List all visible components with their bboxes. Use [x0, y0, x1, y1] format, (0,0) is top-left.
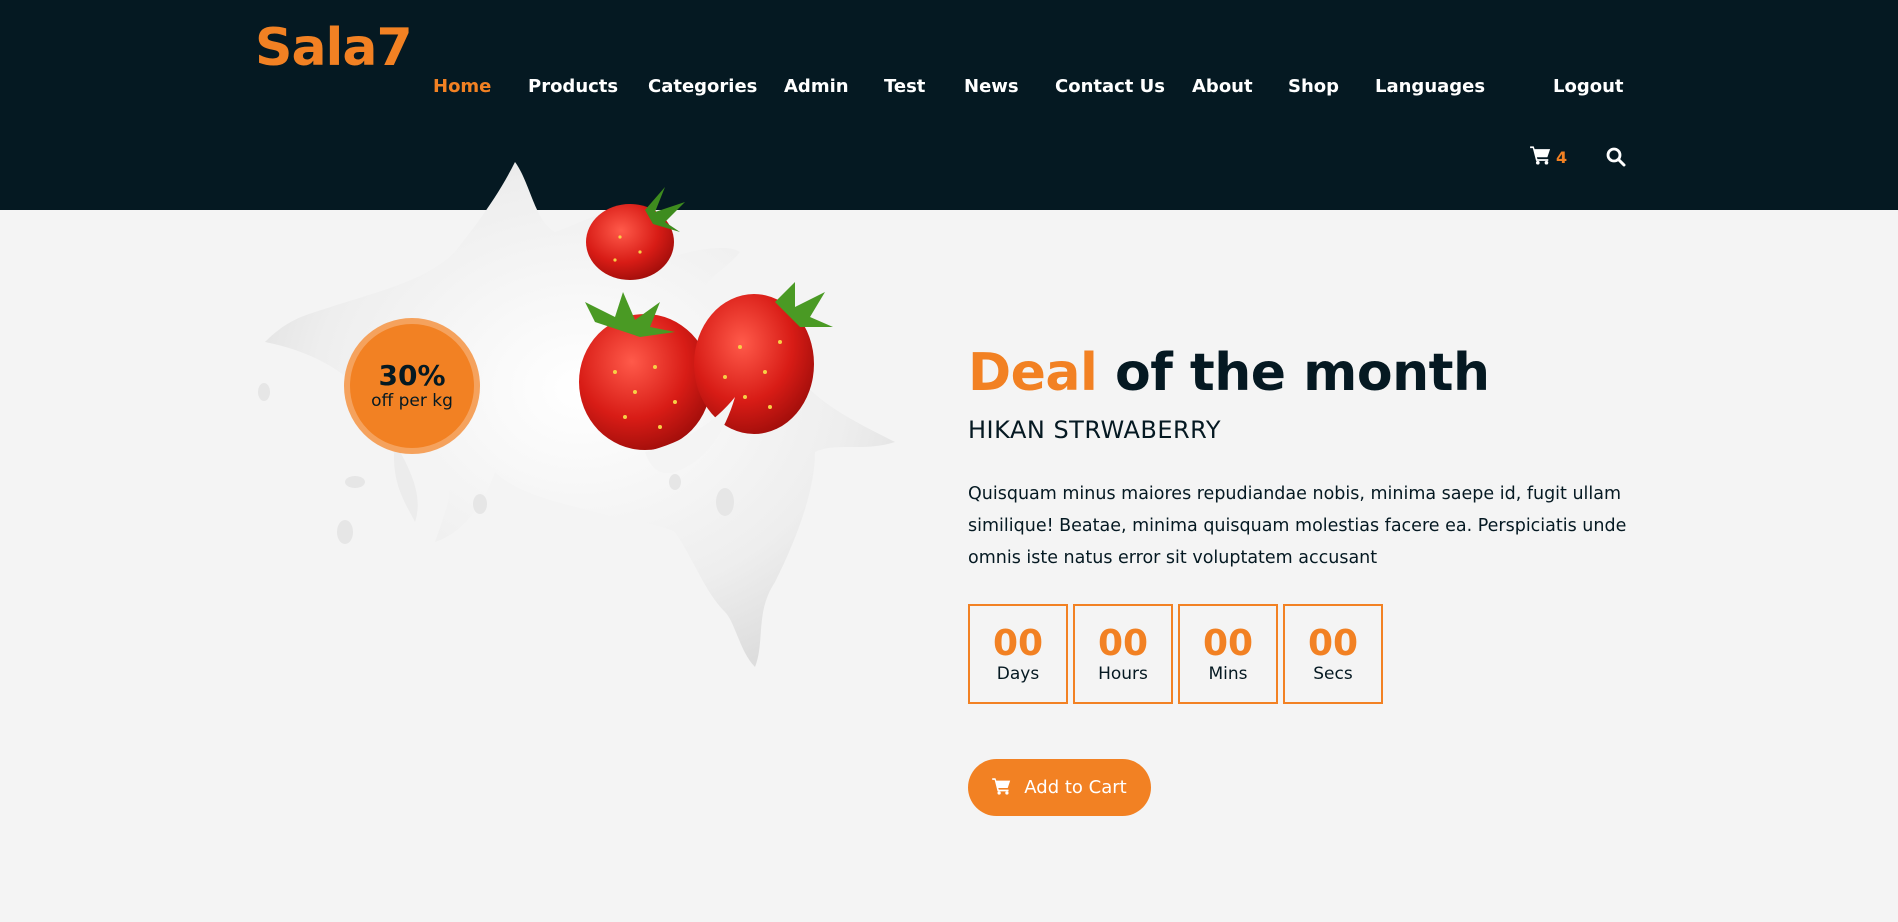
search-icon: [1606, 147, 1626, 171]
shopping-cart-icon: [992, 777, 1012, 798]
nav-news[interactable]: News: [964, 76, 1019, 97]
deal-title: Deal of the month: [968, 343, 1490, 403]
shopping-cart-icon: [1530, 145, 1552, 170]
countdown-value: 00: [1202, 623, 1254, 665]
countdown-mins: 00 Mins: [1178, 604, 1278, 704]
discount-badge: 30% off per kg: [344, 318, 480, 454]
nav-products[interactable]: Products: [528, 76, 618, 97]
countdown-hours: 00 Hours: [1073, 604, 1173, 704]
product-description: Quisquam minus maiores repudiandae nobis…: [968, 484, 1627, 568]
deal-title-rest: of the month: [1114, 343, 1490, 403]
nav-contact-us[interactable]: Contact Us: [1055, 76, 1165, 97]
deal-title-accent: Deal: [968, 343, 1098, 403]
nav-categories[interactable]: Categories: [648, 76, 757, 97]
nav-logout[interactable]: Logout: [1553, 76, 1624, 97]
discount-percent: 30%: [378, 359, 446, 393]
cart-button[interactable]: 4: [1530, 145, 1567, 170]
countdown-label: Mins: [1208, 663, 1248, 684]
cart-count-badge: 4: [1556, 148, 1568, 167]
countdown-timer: 00 Days 00 Hours 00 Mins 00 Secs: [968, 604, 1383, 704]
countdown-label: Days: [996, 663, 1040, 684]
nav-test[interactable]: Test: [884, 76, 925, 97]
nav-home[interactable]: Home: [433, 76, 491, 97]
countdown-days: 00 Days: [968, 604, 1068, 704]
product-name: HIKAN STRWABERRY: [968, 416, 1221, 444]
add-to-cart-label: Add to Cart: [1024, 777, 1127, 798]
nav-about[interactable]: About: [1192, 76, 1253, 97]
countdown-value: 00: [1307, 623, 1359, 665]
discount-subtitle: off per kg: [371, 390, 453, 411]
search-button[interactable]: [1606, 147, 1626, 167]
nav-languages[interactable]: Languages: [1375, 76, 1485, 97]
countdown-value: 00: [1097, 623, 1149, 665]
add-to-cart-button[interactable]: Add to Cart: [968, 759, 1151, 816]
nav-shop[interactable]: Shop: [1288, 76, 1339, 97]
nav-admin[interactable]: Admin: [784, 76, 849, 97]
countdown-label: Hours: [1098, 663, 1148, 684]
countdown-label: Secs: [1313, 663, 1353, 684]
countdown-value: 00: [992, 623, 1044, 665]
site-logo[interactable]: Sala7: [255, 18, 413, 78]
countdown-secs: 00 Secs: [1283, 604, 1383, 704]
main-nav: Home Products Categories Admin Test News…: [0, 76, 1898, 102]
